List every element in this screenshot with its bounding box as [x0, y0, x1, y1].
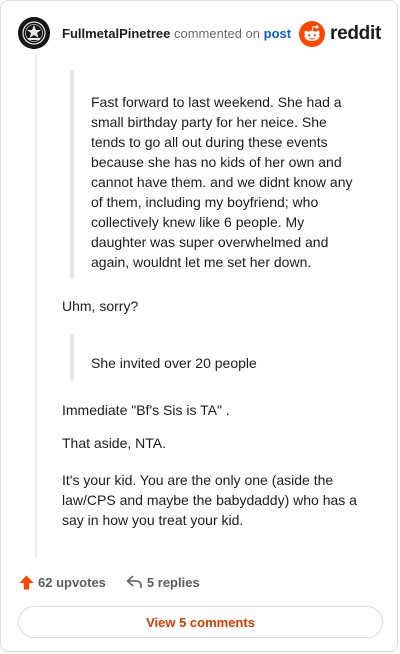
comment-paragraph: That aside, NTA. — [62, 435, 167, 451]
comment-paragraph: Immediate "Bf's Sis is TA" . — [62, 402, 230, 418]
blockquote-text: She invited over 20 people — [91, 355, 257, 371]
reddit-wordmark: reddit — [330, 23, 381, 44]
comment-actions: 62 upvotes 5 replies — [19, 573, 200, 591]
reddit-alien-icon — [299, 21, 326, 47]
username[interactable]: FullmetalPinetree — [62, 26, 170, 41]
comment-paragraph: Uhm, sorry? — [62, 298, 139, 314]
avatar-emblem-icon — [18, 17, 50, 49]
user-avatar[interactable] — [18, 17, 50, 49]
upvote-arrow-icon — [19, 575, 34, 589]
reply-count: 5 replies — [146, 574, 200, 590]
reply-button[interactable]: 5 replies — [126, 575, 200, 590]
upvote-count: 62 upvotes — [38, 574, 106, 590]
quote-bar — [70, 69, 74, 279]
thread-line — [35, 53, 37, 558]
view-comments-button[interactable]: View 5 comments — [18, 606, 383, 638]
quote-bar — [70, 333, 74, 381]
comment-paragraph: It's your kid. You are the only one (asi… — [62, 472, 357, 528]
blockquote-text: Fast forward to last weekend. She had a … — [91, 94, 353, 270]
comment-card: FullmetalPinetree commented on post redd… — [0, 0, 398, 652]
commented-on-text: commented on — [174, 26, 260, 41]
reply-arrow-icon — [126, 575, 142, 589]
upvote-button[interactable]: 62 upvotes — [19, 575, 106, 590]
comment-meta: FullmetalPinetree commented on post — [62, 26, 291, 42]
comment-header: FullmetalPinetree commented on post redd… — [18, 17, 381, 51]
post-link[interactable]: post — [264, 26, 291, 41]
reddit-logo[interactable]: reddit — [299, 21, 381, 47]
